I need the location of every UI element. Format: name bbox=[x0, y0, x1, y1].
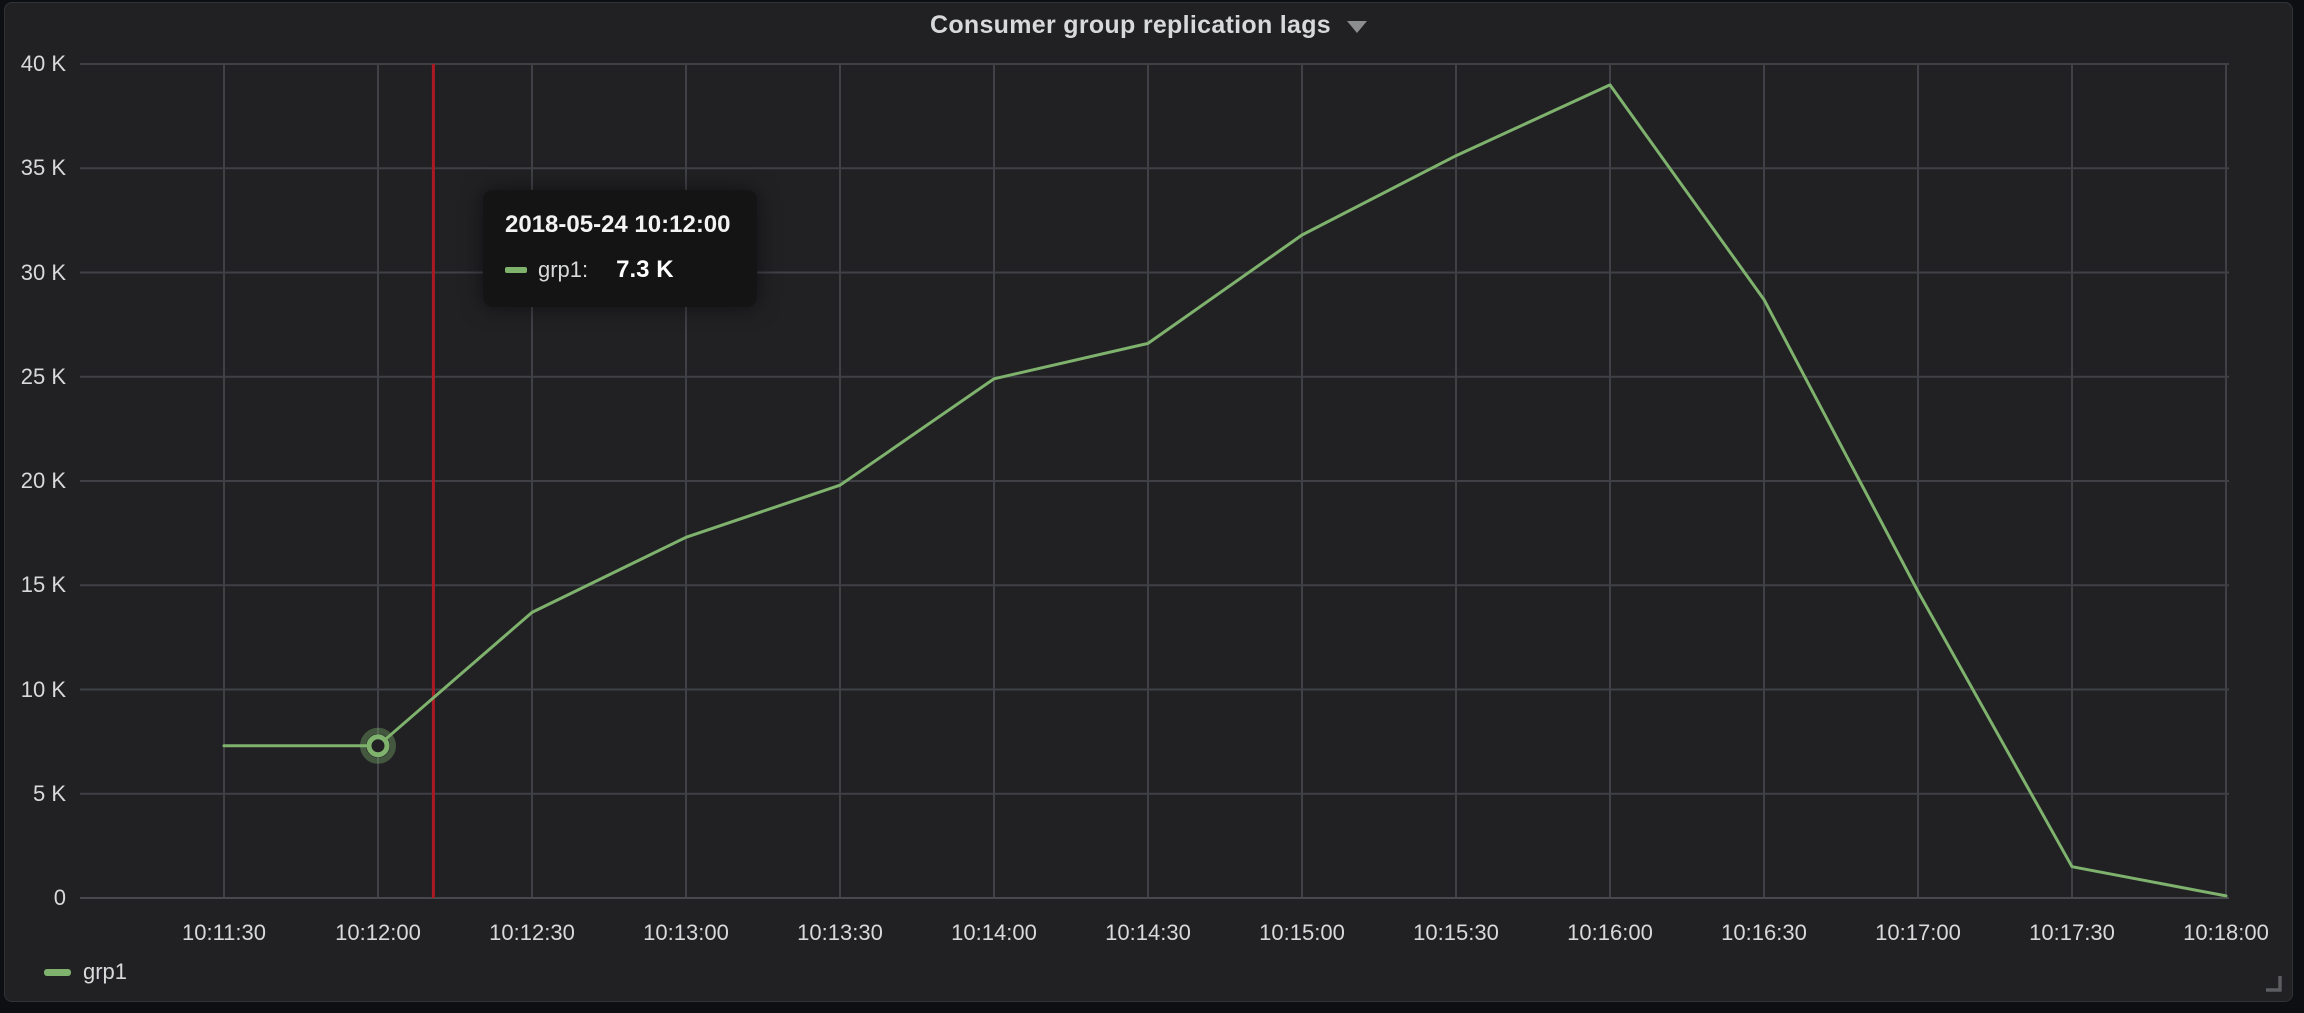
x-tick-label: 10:17:00 bbox=[1875, 920, 1961, 946]
x-tick-label: 10:18:00 bbox=[2183, 920, 2269, 946]
tooltip-series-color-dash bbox=[505, 267, 527, 273]
chart-tooltip: 2018-05-24 10:12:00 grp1: 7.3 K bbox=[483, 190, 757, 307]
legend-item-grp1[interactable]: grp1 bbox=[44, 959, 127, 985]
y-tick-label: 25 K bbox=[0, 364, 66, 390]
x-tick-label: 10:12:00 bbox=[335, 920, 421, 946]
x-tick-label: 10:16:00 bbox=[1567, 920, 1653, 946]
dashboard-background: { "panel": { "title": "Consumer group re… bbox=[0, 0, 2304, 1013]
legend-color-dash bbox=[44, 969, 71, 976]
tooltip-series-name: grp1: bbox=[538, 257, 588, 283]
y-tick-label: 20 K bbox=[0, 468, 66, 494]
y-tick-label: 0 bbox=[0, 885, 66, 911]
x-tick-label: 10:14:00 bbox=[951, 920, 1037, 946]
x-tick-label: 10:12:30 bbox=[489, 920, 575, 946]
x-tick-label: 10:13:00 bbox=[643, 920, 729, 946]
x-tick-label: 10:15:30 bbox=[1413, 920, 1499, 946]
y-tick-label: 15 K bbox=[0, 572, 66, 598]
y-tick-label: 10 K bbox=[0, 677, 66, 703]
hover-point-marker bbox=[363, 731, 393, 761]
tooltip-timestamp: 2018-05-24 10:12:00 bbox=[505, 211, 731, 239]
y-tick-label: 35 K bbox=[0, 155, 66, 181]
x-tick-label: 10:16:30 bbox=[1721, 920, 1807, 946]
x-tick-label: 10:15:00 bbox=[1259, 920, 1345, 946]
x-tick-label: 10:17:30 bbox=[2029, 920, 2115, 946]
tooltip-series-row: grp1: 7.3 K bbox=[505, 256, 731, 284]
y-tick-label: 40 K bbox=[0, 51, 66, 77]
line-chart[interactable] bbox=[0, 0, 2304, 1013]
y-tick-label: 30 K bbox=[0, 260, 66, 286]
grid-lines bbox=[80, 64, 2229, 898]
x-tick-label: 10:13:30 bbox=[797, 920, 883, 946]
x-tick-label: 10:14:30 bbox=[1105, 920, 1191, 946]
y-tick-label: 5 K bbox=[0, 781, 66, 807]
legend-label[interactable]: grp1 bbox=[83, 959, 127, 985]
x-tick-label: 10:11:30 bbox=[182, 920, 266, 946]
tooltip-series-value: 7.3 K bbox=[616, 256, 673, 284]
